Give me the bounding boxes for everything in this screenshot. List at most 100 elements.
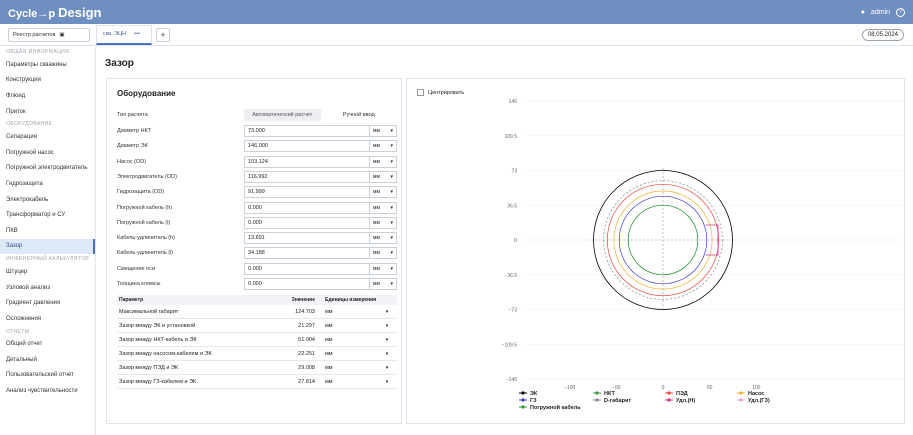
field-label: Кабель-удлинитель (h) bbox=[117, 235, 175, 242]
field-row: Диаметр ЭК 146.000 мм ▾ bbox=[117, 140, 397, 153]
field-row: Погружной кабель (h) 0.000 мм ▾ bbox=[117, 201, 397, 214]
chevron-down-icon[interactable]: ▾ bbox=[377, 337, 397, 343]
user-icon: ● bbox=[860, 8, 865, 16]
unit-select[interactable]: мм ▾ bbox=[370, 140, 397, 153]
field-label: Кабель-удлинитель (l) bbox=[117, 250, 174, 257]
field-label: Насос (OD) bbox=[117, 158, 147, 165]
legend-label: Удл.(ГЗ) bbox=[748, 398, 770, 404]
unit-select[interactable]: мм ▾ bbox=[370, 247, 397, 260]
unit-select[interactable]: мм ▾ bbox=[370, 125, 397, 137]
cell-value: 21.297 bbox=[298, 322, 315, 329]
date-badge[interactable]: 08.05.2024 bbox=[861, 29, 904, 41]
sidebar-item[interactable]: Погружной насос bbox=[0, 145, 95, 161]
y-tick-label: 73 bbox=[511, 169, 517, 175]
chevron-down-icon[interactable]: ▾ bbox=[377, 379, 397, 385]
chevron-down-icon: ▾ bbox=[390, 204, 393, 211]
calc-mode-auto[interactable]: Автоматический расчет bbox=[244, 109, 321, 121]
sidebar-section: ИНЖЕНЕРНЫЙ КАЛЬКУЛЯТОР bbox=[6, 256, 90, 263]
sidebar-item[interactable]: Анализ чувствительности bbox=[0, 383, 95, 399]
field-input[interactable]: 91.999 bbox=[244, 186, 370, 199]
cell-param: Зазор между ЭК и установкой bbox=[119, 322, 196, 329]
field-input[interactable]: 0.000 bbox=[244, 262, 370, 275]
sidebar-item[interactable]: Осложнения bbox=[0, 311, 95, 327]
sidebar-item[interactable]: Узловой анализ bbox=[0, 280, 95, 296]
chevron-down-icon[interactable]: ▾ bbox=[377, 351, 397, 357]
unit-select[interactable]: мм ▾ bbox=[370, 262, 397, 275]
y-tick-label: 109.5 bbox=[504, 134, 517, 140]
chevron-down-icon: ▾ bbox=[390, 265, 393, 272]
unit-select[interactable]: мм ▾ bbox=[370, 201, 397, 214]
sidebar-item[interactable]: Штуцер bbox=[0, 264, 95, 280]
unit-value: мм bbox=[373, 235, 380, 242]
sidebar-section: ОБОРУДОВАНИЕ bbox=[6, 121, 53, 128]
unit-select[interactable]: мм ▾ bbox=[370, 155, 397, 168]
add-tab-button[interactable]: + bbox=[156, 27, 170, 42]
field-input[interactable]: 116.992 bbox=[244, 170, 370, 183]
sidebar-item[interactable]: Электрокабель bbox=[0, 192, 95, 208]
sidebar-item[interactable]: Приток bbox=[0, 104, 95, 120]
tab-well[interactable]: скв. ЭЦН ••• bbox=[96, 24, 152, 45]
cell-unit: мм bbox=[325, 322, 333, 329]
sidebar-item[interactable]: Флюид bbox=[0, 88, 95, 104]
cell-value: 29.008 bbox=[298, 364, 315, 371]
unit-value: мм bbox=[373, 204, 380, 211]
calc-mode-manual[interactable]: Ручной ввод bbox=[321, 109, 398, 121]
field-input[interactable]: 103.124 bbox=[244, 155, 370, 168]
legend-label: Насос bbox=[748, 391, 764, 397]
calc-type-toggle: Автоматический расчет Ручной ввод bbox=[244, 109, 397, 121]
unit-value: мм bbox=[373, 189, 380, 196]
sidebar-item[interactable]: Погружной электродвигатель bbox=[0, 161, 95, 177]
sidebar-item[interactable]: Общий отчет bbox=[0, 337, 95, 353]
field-input[interactable]: 146.000 bbox=[244, 140, 370, 153]
sidebar-item[interactable]: Детальный bbox=[0, 352, 95, 368]
field-input[interactable]: 0.000 bbox=[244, 201, 370, 214]
field-row: Гидрозащита (OD) 91.999 мм ▾ bbox=[117, 186, 397, 199]
table-row: Зазор между ПЭД и ЭК 29.008 мм ▾ bbox=[117, 361, 397, 375]
chevron-down-icon[interactable]: ▾ bbox=[377, 323, 397, 329]
legend-label: D-габарит bbox=[604, 397, 631, 404]
chevron-down-icon[interactable]: ▾ bbox=[377, 309, 397, 315]
calc-type-label: Тип расчета bbox=[117, 112, 148, 118]
equipment-title: Оборудование bbox=[117, 89, 176, 98]
more-icon[interactable]: ••• bbox=[134, 31, 140, 37]
sidebar-item[interactable]: Конструкция bbox=[0, 73, 95, 89]
cell-unit: мм bbox=[325, 336, 333, 343]
sidebar-item[interactable]: Параметры скважины bbox=[0, 57, 95, 73]
table-row: Зазор между ГЗ-кабелем и ЭК 27.814 мм ▾ bbox=[117, 375, 397, 389]
field-input[interactable]: 34.188 bbox=[244, 247, 370, 260]
field-row: Кабель-удлинитель (l) 34.188 мм ▾ bbox=[117, 247, 397, 260]
sidebar-item[interactable]: ПКВ bbox=[0, 223, 95, 239]
registry-button[interactable]: Реестр расчетов ▣ bbox=[8, 27, 90, 42]
sidebar-item[interactable]: Зазор bbox=[0, 238, 95, 255]
field-input[interactable]: 0.000 bbox=[244, 278, 370, 290]
unit-select[interactable]: мм ▾ bbox=[370, 278, 397, 290]
unit-select[interactable]: мм ▾ bbox=[370, 232, 397, 245]
field-input[interactable]: 0.000 bbox=[244, 216, 370, 229]
save-icon: ▣ bbox=[59, 31, 65, 38]
sidebar-item[interactable]: Пользовательский отчет bbox=[0, 368, 95, 384]
app-logo[interactable]: Cycle→p Design bbox=[8, 5, 101, 20]
sidebar-item[interactable]: Гидрозащита bbox=[0, 176, 95, 192]
field-input[interactable]: 13.691 bbox=[244, 232, 370, 245]
sidebar-item[interactable]: Градиент давления bbox=[0, 295, 95, 311]
unit-select[interactable]: мм ▾ bbox=[370, 216, 397, 229]
unit-select[interactable]: мм ▾ bbox=[370, 186, 397, 199]
cell-value: 27.814 bbox=[298, 378, 315, 385]
sidebar-item[interactable]: Трансформатор и СУ bbox=[0, 207, 95, 223]
chevron-down-icon: ▾ bbox=[390, 173, 393, 180]
field-label: Электродвигатель (OD) bbox=[117, 173, 177, 180]
help-icon[interactable]: ? bbox=[896, 7, 905, 17]
cell-param: Зазор между насосом-кабелем и ЭК bbox=[119, 350, 212, 357]
legend-marker bbox=[521, 405, 525, 409]
registry-label: Реестр расчетов bbox=[13, 31, 56, 38]
field-label: Погружной кабель (h) bbox=[117, 204, 173, 211]
chevron-down-icon[interactable]: ▾ bbox=[377, 365, 397, 371]
table-row: Зазор между ЭК и установкой 21.297 мм ▾ bbox=[117, 319, 397, 333]
sidebar-item[interactable]: Сепарация bbox=[0, 129, 95, 145]
y-tick-label: −146 bbox=[506, 377, 517, 383]
field-input[interactable]: 73.000 bbox=[244, 125, 370, 137]
user-name[interactable]: admin bbox=[871, 9, 890, 16]
field-label: Диаметр НКТ bbox=[117, 128, 152, 134]
cell-value: 51.004 bbox=[298, 336, 315, 343]
unit-select[interactable]: мм ▾ bbox=[370, 170, 397, 183]
